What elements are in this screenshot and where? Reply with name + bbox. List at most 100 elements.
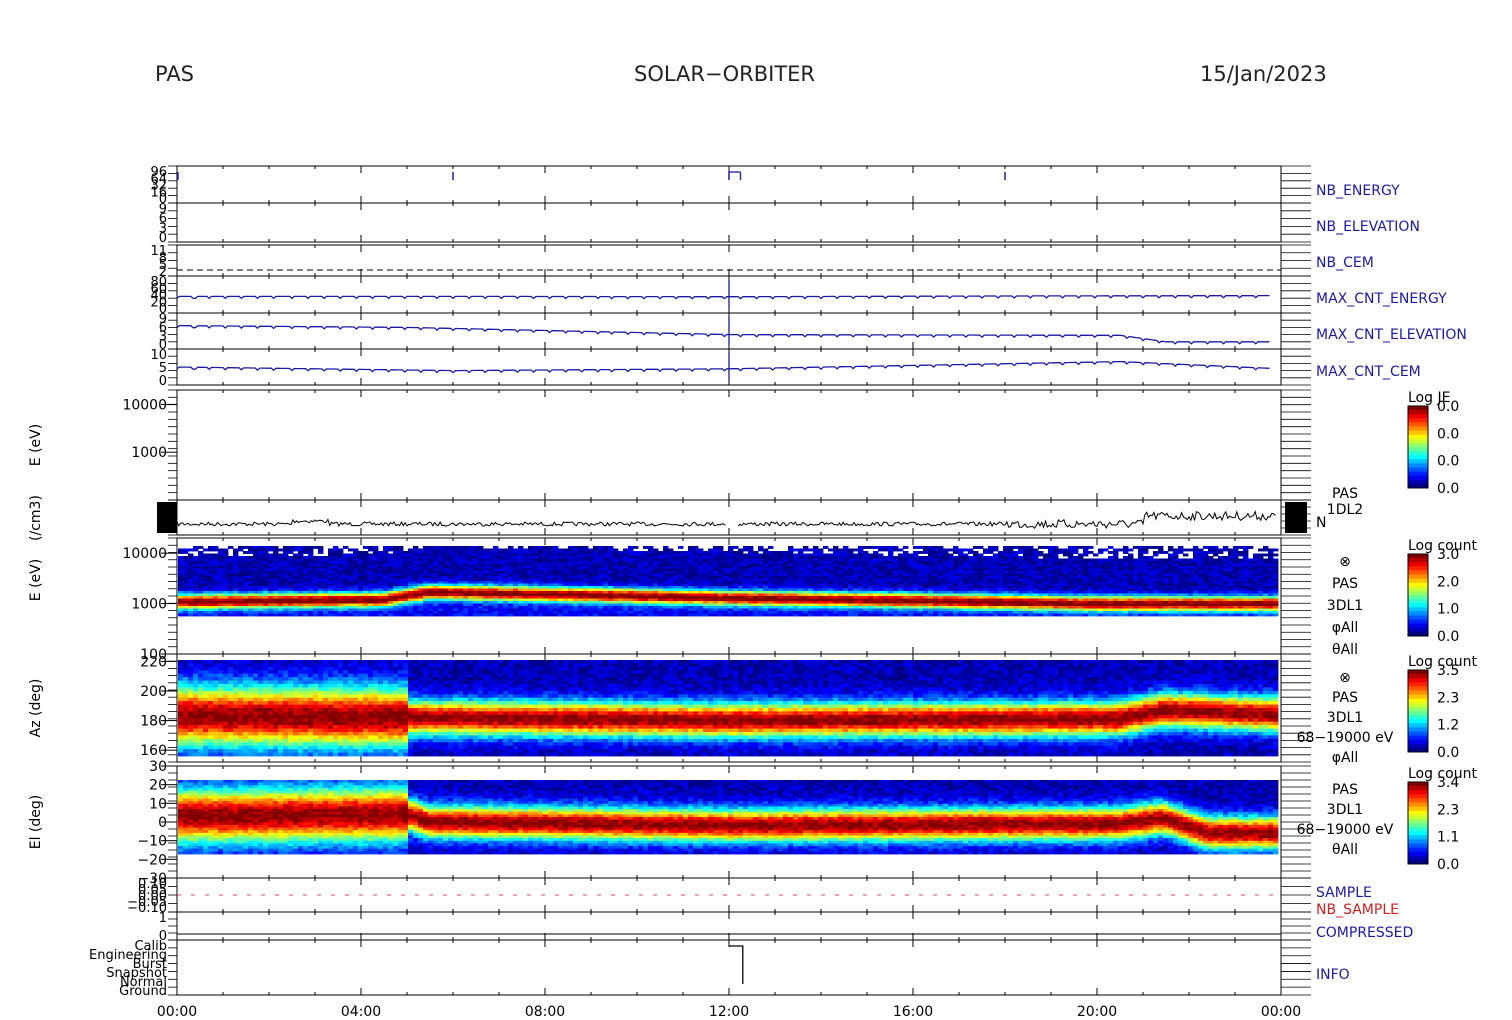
- spectrogram-cell: [578, 576, 584, 579]
- spectrogram-cell: [368, 568, 374, 572]
- spectrogram-cell: [388, 576, 394, 579]
- spectrogram-cell: [708, 586, 714, 589]
- spectrogram-cell: [273, 571, 279, 574]
- spectrogram-cell: [753, 598, 759, 602]
- spectrogram-cell: [478, 578, 484, 582]
- spectrogram-cell: [408, 586, 414, 589]
- spectrogram-cell: [963, 553, 969, 557]
- spectrogram-cell: [538, 546, 544, 549]
- spectrogram-cell: [218, 566, 224, 569]
- spectrogram-cell: [963, 566, 969, 569]
- y-tick-label: 0: [159, 374, 167, 389]
- spectrogram-cell: [288, 601, 294, 604]
- spectrogram-cell: [883, 561, 889, 564]
- spectrogram-cell: [323, 611, 329, 614]
- spectrogram-cell: [258, 601, 264, 604]
- spectrogram-cell: [803, 591, 809, 594]
- spectrogram-cell: [318, 573, 324, 577]
- spectrogram-cell: [943, 548, 949, 552]
- spectrogram-cell: [768, 573, 774, 577]
- spectrogram-cell: [858, 548, 864, 552]
- spectrogram-cell: [658, 578, 664, 582]
- spectrogram-cell: [688, 571, 694, 574]
- spectrogram-cell: [418, 613, 424, 617]
- spectrogram-cell: [703, 578, 709, 582]
- spectrogram-cell: [728, 603, 734, 607]
- spectrogram-cell: [628, 571, 634, 574]
- spectrogram-cell: [658, 601, 664, 604]
- spectrogram-cell: [368, 593, 374, 597]
- spectrogram-cell: [943, 611, 949, 614]
- spectrogram-cell: [398, 606, 404, 609]
- spectrogram-cell: [418, 596, 424, 599]
- spectrogram-cell: [843, 581, 849, 584]
- spectrogram-cell: [433, 603, 439, 607]
- spectrogram-cell: [798, 601, 804, 604]
- spectrogram-cell: [803, 606, 809, 609]
- spectrogram-cell: [288, 611, 294, 614]
- spectrogram-cell: [253, 558, 259, 562]
- spectrogram-cell: [288, 596, 294, 599]
- spectrogram-cell: [553, 583, 559, 587]
- spectrogram-cell: [588, 611, 594, 614]
- spectrogram-cell: [878, 603, 884, 607]
- spectrogram-cell: [738, 561, 744, 564]
- colorbar-step: [1408, 455, 1428, 460]
- spectrogram-cell: [238, 548, 244, 552]
- panel-label: NB_CEM: [1316, 255, 1374, 271]
- spectrogram-cell: [563, 548, 569, 552]
- spectrogram-cell: [908, 598, 914, 602]
- spectrogram-cell: [308, 578, 314, 582]
- spectrogram-cell: [513, 556, 519, 559]
- spectrogram-cell: [213, 606, 219, 609]
- spectrogram-cell: [693, 558, 699, 562]
- spectrogram-cell: [898, 586, 904, 589]
- spectrogram-cell: [358, 601, 364, 604]
- spectrogram-cell: [803, 583, 809, 587]
- spectrogram-cell: [518, 561, 524, 564]
- spectrogram-cell: [853, 556, 859, 559]
- spectrogram-cell: [448, 613, 454, 617]
- spectrogram-cell: [523, 548, 529, 552]
- spectrogram-cell: [248, 611, 254, 614]
- spectrogram-cell: [513, 593, 519, 597]
- spectrogram-cell: [258, 571, 264, 574]
- spectrogram-cell: [688, 566, 694, 569]
- spectrogram-cell: [478, 598, 484, 602]
- spectrogram-cell: [778, 576, 784, 579]
- spectrogram-cell: [283, 613, 289, 617]
- spectrogram-cell: [258, 596, 264, 599]
- spectrogram-cell: [668, 573, 674, 577]
- spectrogram-cell: [838, 583, 844, 587]
- spectrogram-cell: [518, 586, 524, 589]
- spectrogram-cell: [413, 586, 419, 589]
- spectrogram-cell: [943, 581, 949, 584]
- spectrogram-cell: [403, 596, 409, 599]
- spectrogram-cell: [798, 583, 804, 587]
- spectrogram-cell: [888, 581, 894, 584]
- spectrogram-cell: [743, 596, 749, 599]
- spectrogram-cell: [193, 546, 199, 549]
- spectrogram-cell: [658, 586, 664, 589]
- spectrogram-cell: [733, 606, 739, 609]
- spectrogram-cell: [698, 548, 704, 552]
- spectrogram-cell: [398, 548, 404, 552]
- spectrogram-cell: [473, 561, 479, 564]
- spectrogram-cell: [328, 553, 334, 557]
- spectrogram-cell: [278, 586, 284, 589]
- spectrogram-cell: [343, 586, 349, 589]
- side-text: 1DL2: [1327, 502, 1363, 518]
- spectrogram-cell: [683, 586, 689, 589]
- spectrogram-cell: [253, 551, 259, 554]
- spectrogram-cell: [183, 608, 189, 612]
- spectrogram-cell: [698, 561, 704, 564]
- spectrogram-cell: [648, 586, 654, 589]
- spectrogram-cell: [433, 591, 439, 594]
- spectrogram-cell: [893, 591, 899, 594]
- spectrogram-cell: [323, 598, 329, 602]
- colorbar-step: [1408, 463, 1428, 468]
- spectrogram-cell: [718, 588, 724, 592]
- spectrogram-cell: [858, 603, 864, 607]
- spectrogram-cell: [463, 548, 469, 552]
- spectrogram-cell: [333, 591, 339, 594]
